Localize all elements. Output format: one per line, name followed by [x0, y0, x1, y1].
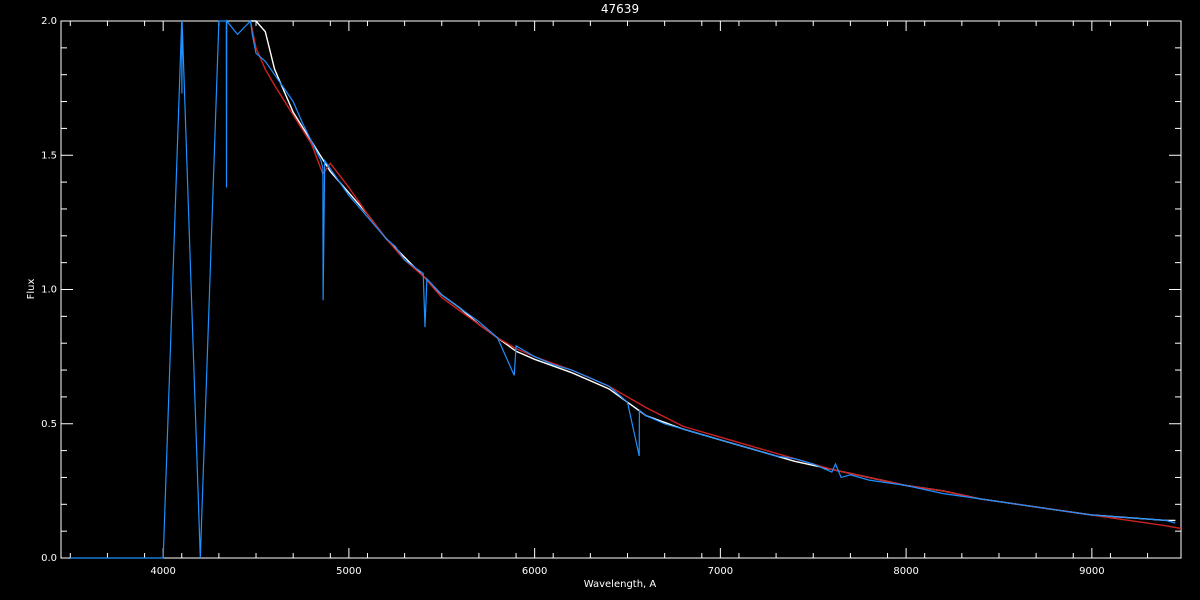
y-tick-label: 0.0: [41, 553, 57, 564]
x-tick-label: 8000: [893, 566, 918, 577]
y-tick-label: 1.5: [41, 150, 57, 161]
x-tick-label: 4000: [150, 566, 175, 577]
y-tick-label: 0.5: [41, 419, 57, 430]
x-tick-label: 9000: [1079, 566, 1104, 577]
spectrum-chart: 47639 Flux Wavelength, A 4000 5000 6000 700…: [0, 0, 1200, 600]
plot-frame: [60, 20, 1182, 559]
x-tick-label: 6000: [522, 566, 547, 577]
spectrum-lines: [70, 19, 1182, 559]
x-tick-label: 5000: [336, 566, 361, 577]
chart-title: 47639: [601, 2, 639, 16]
x-tick-label: 7000: [708, 566, 733, 577]
spectrum-series-1: [249, 20, 1182, 530]
axis-ticks: 4000 5000 6000 7000 8000 9000 0.0 0.5 1.0 1.5 2.0: [41, 16, 1181, 577]
x-axis-label: Wavelength, A: [584, 579, 657, 590]
spectrum-series-2: [70, 19, 1176, 559]
y-axis-label: Flux: [26, 279, 37, 300]
y-tick-label: 2.0: [41, 16, 57, 27]
y-tick-label: 1.0: [41, 285, 57, 296]
spectrum-series-0: [250, 20, 1176, 522]
